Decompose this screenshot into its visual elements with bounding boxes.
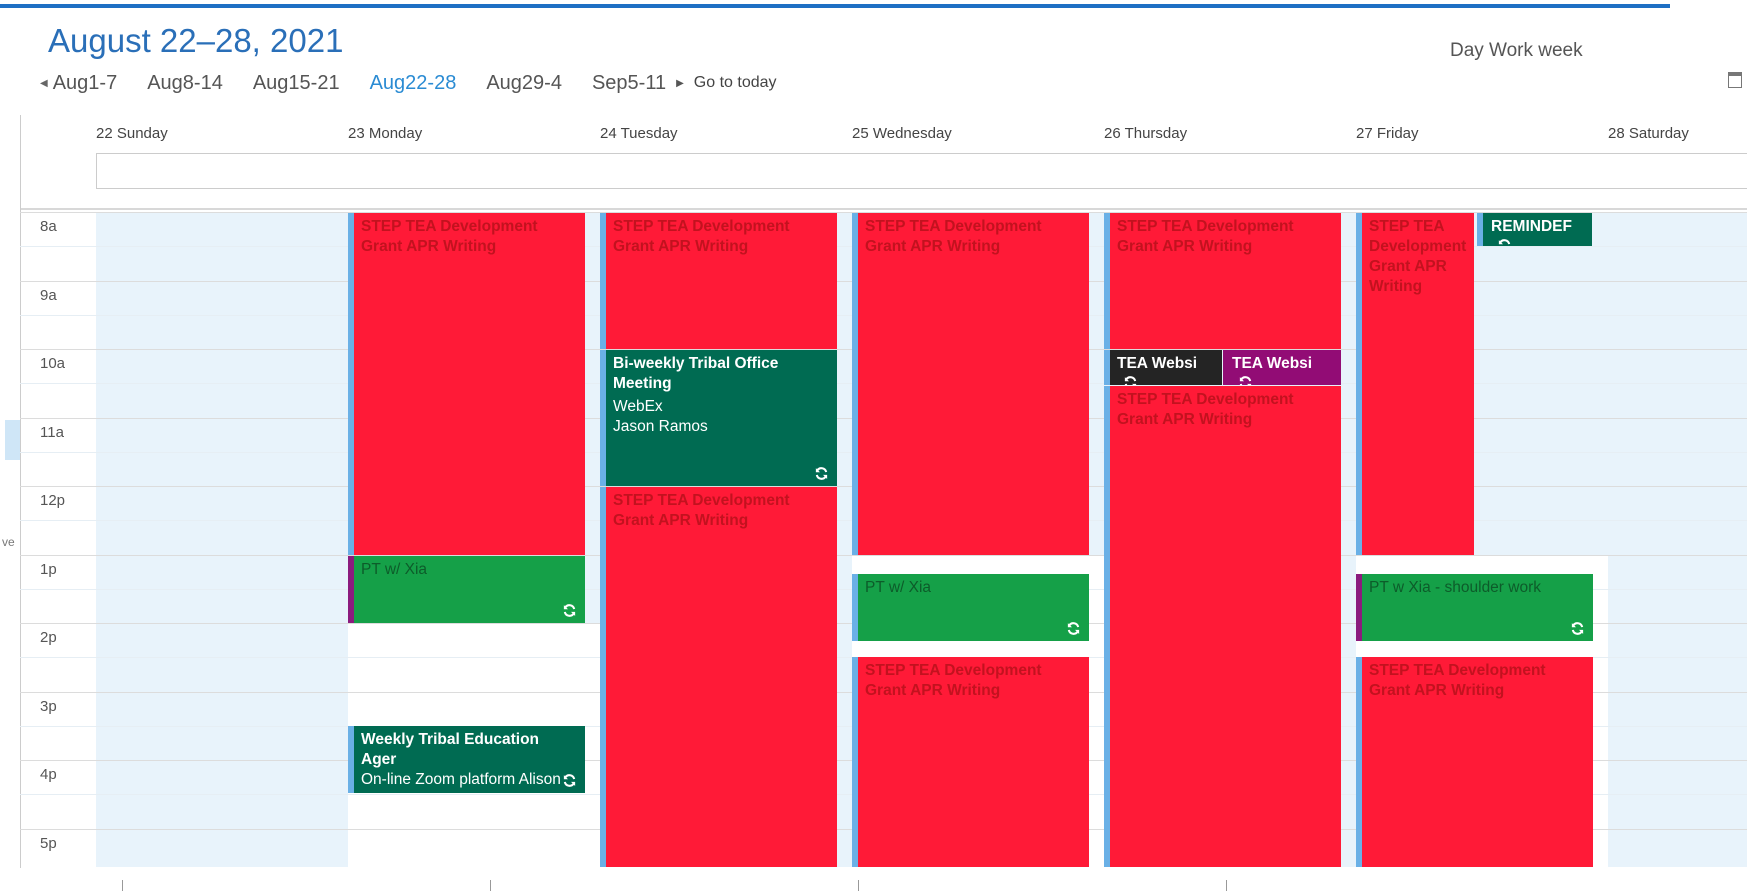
event-wed-pt[interactable]: PT w/ Xia — [852, 574, 1089, 641]
day-header-wednesday[interactable]: 25 Wednesday — [852, 125, 952, 142]
recurring-icon — [1066, 621, 1081, 636]
day-header-friday[interactable]: 27 Friday — [1356, 125, 1419, 142]
event-title: STEP TEA Development — [613, 492, 790, 509]
event-title: PT w/ Xia — [865, 579, 932, 596]
event-thu-tea-website-1[interactable]: TEA Websi — [1104, 350, 1222, 385]
event-title: STEP TEA — [1369, 218, 1445, 235]
sidebar-clipped-text: ve — [2, 535, 15, 549]
sidebar-selection-marker — [5, 420, 20, 460]
hour-label-12p: 12p — [40, 492, 66, 509]
view-day-button[interactable]: Day — [1450, 40, 1484, 62]
recurring-icon — [562, 603, 577, 618]
day-column-saturday[interactable] — [1608, 212, 1747, 867]
event-title: STEP TEA Development — [865, 218, 1042, 235]
recurring-icon — [562, 773, 577, 788]
event-title: TEA Websi — [1232, 355, 1313, 372]
event-fri-step-tea-pm[interactable]: STEP TEA Development Grant APR Writing — [1356, 657, 1593, 867]
bottom-strip — [0, 868, 1747, 891]
hour-label-5p: 5p — [40, 835, 57, 852]
event-fri-reminder[interactable]: REMINDEF — [1477, 213, 1592, 246]
week-link-sep5-11[interactable]: Sep5-11 — [592, 72, 666, 95]
event-organizer: Jason Ramos — [613, 418, 708, 435]
event-mon-weekly-tribal[interactable]: Weekly Tribal Education Ager On-line Zoo… — [348, 726, 585, 793]
event-title: TEA Websi — [1117, 355, 1198, 372]
week-link-aug1-7[interactable]: Aug1-7 — [53, 72, 118, 95]
recurring-icon — [814, 466, 829, 481]
view-work-week-button[interactable]: Work week — [1489, 40, 1583, 62]
week-link-aug8-14[interactable]: Aug8-14 — [147, 72, 223, 95]
recurring-icon — [1238, 375, 1253, 385]
day-header-sunday[interactable]: 22 Sunday — [96, 125, 168, 142]
event-title-cont: Development — [1369, 238, 1467, 255]
recurring-icon — [1497, 238, 1512, 246]
hour-label-11a: 11a — [40, 424, 64, 441]
event-subtitle: Grant APR Writing — [613, 512, 749, 529]
event-subtitle: Grant APR Writing — [1117, 238, 1253, 255]
event-title: STEP TEA Development — [1369, 662, 1546, 679]
event-subtitle: On-line Zoom platform Alison — [361, 771, 561, 788]
event-thu-tea-website-2[interactable]: TEA Websi — [1223, 350, 1341, 385]
page-title: August 22–28, 2021 — [48, 22, 344, 59]
event-subtitle: Grant APR Writing — [361, 238, 497, 255]
week-link-aug15-21[interactable]: Aug15-21 — [253, 72, 340, 95]
day-header-tuesday[interactable]: 24 Tuesday — [600, 125, 678, 142]
event-mon-step-tea[interactable]: STEP TEA Development Grant APR Writing — [348, 213, 585, 555]
event-title: Weekly Tribal Education Ager — [361, 731, 540, 768]
day-header-saturday[interactable]: 28 Saturday — [1608, 125, 1689, 142]
event-thu-step-tea-am[interactable]: STEP TEA Development Grant APR Writing — [1104, 213, 1341, 349]
week-link-aug29-4[interactable]: Aug29-4 — [486, 72, 562, 95]
hour-label-2p: 2p — [40, 629, 57, 646]
hour-label-4p: 4p — [40, 766, 57, 783]
event-tue-step-tea-pm[interactable]: STEP TEA Development Grant APR Writing — [600, 487, 837, 867]
header-divider — [20, 208, 1747, 210]
event-wed-step-tea-am[interactable]: STEP TEA Development Grant APR Writing — [852, 213, 1089, 555]
event-subtitle: Grant APR Writing — [865, 238, 1001, 255]
event-subtitle: Grant APR Writing — [1117, 411, 1253, 428]
prev-week-arrow-icon[interactable]: ◀ — [40, 78, 48, 89]
event-location: WebEx — [613, 398, 663, 415]
go-to-today-link[interactable]: Go to today — [694, 74, 777, 92]
hour-label-3p: 3p — [40, 698, 57, 715]
event-subtitle: Grant APR Writing — [613, 238, 749, 255]
event-thu-step-tea-pm[interactable]: STEP TEA Development Grant APR Writing — [1104, 386, 1341, 867]
event-title: STEP TEA Development — [865, 662, 1042, 679]
hour-label-9a: 9a — [40, 287, 57, 304]
event-title: STEP TEA Development — [613, 218, 790, 235]
week-navigation: ◀ Aug1-7 Aug8-14 Aug15-21 Aug22-28 Aug29… — [40, 70, 777, 96]
event-fri-step-tea-am[interactable]: STEP TEA Development Grant APR Writing — [1356, 213, 1474, 555]
event-wed-step-tea-pm[interactable]: STEP TEA Development Grant APR Writing — [852, 657, 1089, 867]
top-accent-bar — [0, 0, 1747, 8]
event-title: PT w Xia - shoulder work — [1369, 579, 1541, 596]
grid-left-border — [20, 115, 21, 875]
event-tue-step-tea-am[interactable]: STEP TEA Development Grant APR Writing — [600, 213, 837, 349]
event-tue-biweekly-meeting[interactable]: Bi-weekly Tribal Office Meeting WebEx Ja… — [600, 350, 837, 486]
event-mon-pt[interactable]: PT w/ Xia — [348, 556, 585, 623]
event-subtitle: Grant APR Writing — [865, 682, 1001, 699]
hour-line — [20, 555, 1747, 556]
event-title: PT w/ Xia — [361, 561, 428, 578]
event-title: REMINDEF — [1491, 218, 1572, 235]
day-header-monday[interactable]: 23 Monday — [348, 125, 422, 142]
next-week-arrow-icon[interactable]: ▶ — [676, 78, 684, 89]
day-header-thursday[interactable]: 26 Thursday — [1104, 125, 1187, 142]
hour-label-1p: 1p — [40, 561, 57, 578]
all-day-row[interactable] — [96, 153, 1747, 189]
event-title: STEP TEA Development — [1117, 391, 1294, 408]
recurring-icon — [1570, 621, 1585, 636]
event-title: Bi-weekly Tribal Office — [613, 355, 779, 372]
day-column-sunday[interactable] — [96, 212, 348, 867]
week-link-aug22-28[interactable]: Aug22-28 — [370, 72, 457, 95]
event-subtitle: Grant APR Writing — [1369, 682, 1505, 699]
hour-label-10a: 10a — [40, 355, 66, 372]
event-subtitle-cont: Writing — [1369, 278, 1423, 295]
event-subtitle: Grant APR — [1369, 258, 1447, 275]
recurring-icon — [1123, 375, 1138, 385]
hour-label-8a: 8a — [40, 218, 57, 235]
event-fri-pt-shoulder[interactable]: PT w Xia - shoulder work — [1356, 574, 1593, 641]
calendar-icon[interactable] — [1728, 72, 1742, 88]
event-title: STEP TEA Development — [361, 218, 538, 235]
event-title: STEP TEA Development — [1117, 218, 1294, 235]
event-title-cont: Meeting — [613, 375, 672, 392]
